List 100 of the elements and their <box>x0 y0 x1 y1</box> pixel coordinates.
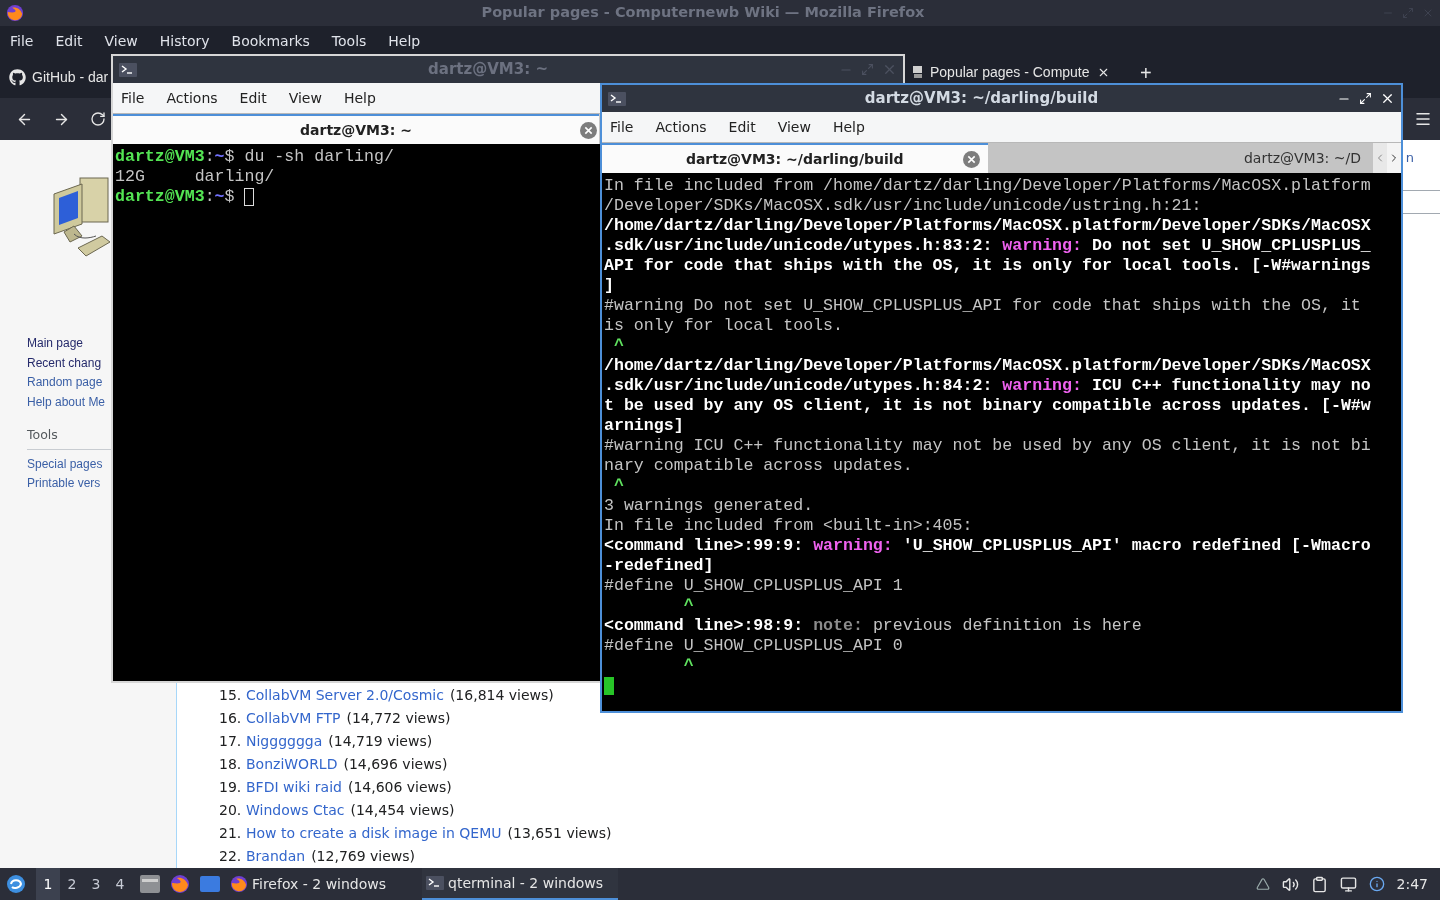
page-link[interactable]: How to create a disk image in QEMU <box>246 822 502 845</box>
scroll-tabs-right-button[interactable] <box>1387 143 1401 173</box>
list-number: 16. <box>219 709 240 728</box>
menu-item[interactable]: View <box>777 116 811 138</box>
view-count: (16,814 views) <box>449 686 554 705</box>
list-number: 21. <box>219 824 240 843</box>
terminal-line: In file included from /home/dartz/darling/Developer/Platforms/MacOSX.platform <box>604 176 1371 196</box>
terminal-line: 12G darling/ <box>115 167 275 187</box>
clock[interactable]: 2:47 <box>1396 873 1428 895</box>
list-number: 18. <box>219 755 240 774</box>
start-menu-icon[interactable] <box>6 874 26 894</box>
terminal-icon <box>608 91 626 106</box>
menu-item[interactable]: Bookmarks <box>231 30 310 52</box>
page-link[interactable]: Nigggggga <box>246 730 323 753</box>
tab-icon <box>912 65 924 79</box>
terminal-line: arnings] <box>604 416 684 436</box>
page-link[interactable]: CollabVM FTP <box>246 707 341 730</box>
terminal-line: dartz@VM3:~$ <box>115 187 255 207</box>
menu-item[interactable]: Actions <box>655 116 707 138</box>
maximize-icon[interactable] <box>1359 92 1372 105</box>
sidebar-link[interactable]: Main page <box>27 334 84 354</box>
header-link[interactable]: n <box>1405 150 1414 166</box>
terminal-line: #warning ICU C++ functionality may not be used by any OS client, it is not bi <box>604 436 1371 456</box>
terminal-line: #define U_SHOW_CPLUSPLUS_API 0 <box>604 636 903 656</box>
browser-icon[interactable] <box>170 874 190 894</box>
file-manager-icon[interactable] <box>140 875 160 893</box>
menu-item[interactable]: Edit <box>239 87 267 109</box>
terminal-tab[interactable]: dartz@VM3: ~/darling/build <box>602 143 988 173</box>
taskbar-task[interactable]: qterminal - 2 windows <box>422 868 618 900</box>
terminal-icon <box>426 876 444 890</box>
terminal-line: <command line>:98:9: note: previous definition is here <box>604 616 1142 636</box>
sidebar-link[interactable]: Help about Me <box>27 392 106 412</box>
workspace-button[interactable]: 2 <box>60 868 84 900</box>
menu-item[interactable]: Help <box>388 30 421 52</box>
close-icon[interactable] <box>1380 91 1395 106</box>
terminal-line: #warning Do not set U_SHOW_CPLUSPLUS_API for code that ships with the OS, it <box>604 296 1361 316</box>
taskbar-task[interactable]: Firefox - 2 windows <box>226 868 422 900</box>
menu-item[interactable]: File <box>10 30 34 52</box>
menu-item[interactable]: View <box>288 87 322 109</box>
terminal-line: is only for local tools. <box>604 316 843 336</box>
menu-item[interactable]: File <box>121 87 145 109</box>
page-link[interactable]: Windows Ctac <box>246 799 345 822</box>
view-count: (14,454 views) <box>350 801 455 820</box>
window-title: dartz@VM3: ~ <box>427 59 549 81</box>
terminal-icon <box>119 62 137 77</box>
page-link[interactable]: Brandan <box>246 845 306 868</box>
notification-icon[interactable] <box>1368 876 1385 892</box>
menu-item[interactable]: Edit <box>55 30 83 52</box>
new-tab-button[interactable]: + <box>1140 64 1152 82</box>
browser-tab[interactable]: GitHub - dar <box>0 56 110 98</box>
sidebar-link[interactable]: Special pages <box>27 454 103 475</box>
volume-icon[interactable] <box>1281 875 1299 893</box>
terminal-line: ^ <box>682 656 694 676</box>
window-title: dartz@VM3: ~/darling/build <box>863 88 1100 110</box>
terminal-line: /home/dartz/darling/Developer/Platforms/MacOSX.platform/Developer/SDKs/MacOSX <box>604 216 1371 236</box>
terminal-tab[interactable]: dartz@VM3: ~/D <box>987 143 1373 173</box>
triangle-icon[interactable] <box>1255 877 1270 891</box>
terminal-line: -redefined] <box>604 556 714 576</box>
terminal-line: #define U_SHOW_CPLUSPLUS_API 1 <box>604 576 903 596</box>
terminal-line: 3 warnings generated. <box>604 496 814 516</box>
terminal-line: dartz@VM3:~$ du -sh darling/ <box>115 147 394 167</box>
terminal-line: .sdk/usr/include/unicode/utypes.h:83:2: warning: Do not set U_SHOW_CPLUSPLUS_ <box>604 236 1371 256</box>
terminal-line: In file included from <built-in>:405: <box>604 516 973 536</box>
network-icon[interactable] <box>1339 875 1357 893</box>
sidebar-link[interactable]: Recent chang <box>27 353 102 373</box>
tab-icon <box>9 68 26 86</box>
page-link[interactable]: BFDI wiki raid <box>246 776 342 799</box>
window-title: Popular pages - Computernewb Wiki — Mozilla Firefox <box>480 3 926 23</box>
workspace-button[interactable]: 1 <box>36 868 60 900</box>
menu-icon[interactable] <box>1414 110 1432 128</box>
list-number: 22. <box>219 847 240 866</box>
workspace-button[interactable]: 3 <box>84 868 108 900</box>
list-number: 17. <box>219 732 240 751</box>
menu-item[interactable]: File <box>610 116 634 138</box>
terminal-line: t be used by any OS client, it is not binary compatible across updates. [-W#w <box>604 396 1371 416</box>
view-count: (13,651 views) <box>507 824 612 843</box>
menu-item[interactable]: Help <box>832 116 865 138</box>
browser-icon[interactable] <box>6 4 24 22</box>
page-link[interactable]: BonziWORLD <box>246 753 338 776</box>
terminal-line: ^ <box>612 476 624 496</box>
sidebar-link[interactable]: Printable vers <box>27 474 101 494</box>
workspace-button[interactable]: 4 <box>108 868 132 900</box>
reload-icon[interactable] <box>90 111 106 127</box>
menu-item[interactable]: Actions <box>166 87 218 109</box>
browser-icon[interactable] <box>230 875 248 893</box>
menu-item[interactable]: History <box>159 30 210 52</box>
search-field[interactable] <box>1400 190 1440 214</box>
menu-item[interactable]: Edit <box>728 116 756 138</box>
page-link[interactable]: CollabVM Server 2.0/Cosmic <box>246 684 444 707</box>
view-count: (12,769 views) <box>311 847 416 866</box>
view-count: (14,696 views) <box>343 755 448 774</box>
terminal-tab[interactable]: dartz@VM3: ~ <box>113 114 599 144</box>
menu-item[interactable]: Tools <box>331 30 367 52</box>
list-number: 19. <box>219 778 240 797</box>
terminal-line: ] <box>604 276 614 296</box>
terminal-line: nary compatible across updates. <box>604 456 913 476</box>
menu-item[interactable]: Help <box>343 87 376 109</box>
clipboard-icon[interactable] <box>1310 875 1328 893</box>
sidebar-link[interactable]: Random page <box>27 373 103 393</box>
menu-item[interactable]: View <box>104 30 138 52</box>
